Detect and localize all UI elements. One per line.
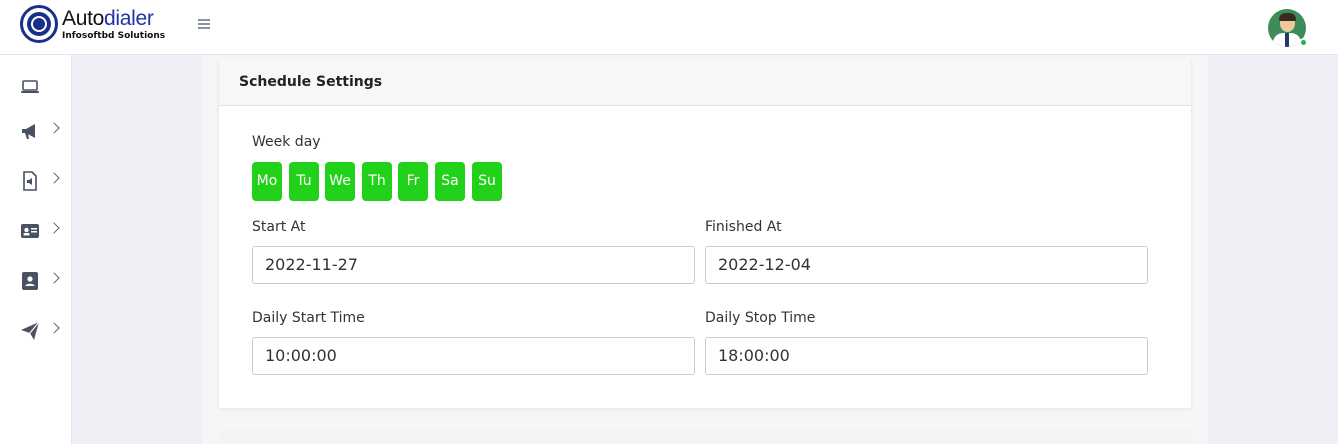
finished-at-label: Finished At: [705, 219, 782, 235]
day-toggle-mo[interactable]: Mo: [252, 162, 282, 201]
sidebar-item-contacts[interactable]: [16, 216, 66, 246]
sidebar-item-phonebook[interactable]: [16, 266, 66, 296]
logo-subtitle: Infosoftbd Solutions: [62, 31, 166, 41]
sidebar-item-sms[interactable]: [16, 316, 66, 346]
daily-stop-time-label: Daily Stop Time: [705, 310, 816, 326]
chevron-right-icon: [48, 172, 60, 184]
sidebar-item-campaigns[interactable]: [16, 116, 66, 146]
start-at-input[interactable]: 2022-11-27: [252, 246, 695, 284]
day-toggle-sa[interactable]: Sa: [435, 162, 465, 201]
laptop-icon: [21, 80, 39, 93]
sidebar-item-audio[interactable]: [16, 166, 66, 196]
daily-stop-time-input[interactable]: 18:00:00: [705, 337, 1148, 375]
logo-wordmark: Autodialer: [62, 7, 154, 30]
chevron-right-icon: [48, 322, 60, 334]
user-avatar[interactable]: [1268, 9, 1308, 47]
top-bar: Autodialer Infosoftbd Solutions: [0, 0, 1338, 55]
week-day-label: Week day: [252, 134, 321, 150]
day-toggle-fr[interactable]: Fr: [398, 162, 428, 201]
next-card-edge: [219, 430, 1191, 444]
week-day-selector: Mo Tu We Th Fr Sa Su: [252, 162, 512, 201]
card-header: Schedule Settings: [219, 58, 1191, 106]
audio-file-icon: [23, 171, 37, 191]
chevron-right-icon: [48, 222, 60, 234]
megaphone-icon: [22, 124, 35, 139]
sidebar-item-dashboard[interactable]: [16, 72, 66, 102]
day-toggle-we[interactable]: We: [325, 162, 355, 201]
start-at-label: Start At: [252, 219, 306, 235]
headset-logo-icon: [20, 5, 58, 43]
app-logo[interactable]: Autodialer Infosoftbd Solutions: [20, 5, 170, 45]
menu-toggle-icon[interactable]: [198, 18, 212, 30]
card-title: Schedule Settings: [239, 74, 383, 90]
chevron-right-icon: [48, 122, 60, 134]
finished-at-input[interactable]: 2022-12-04: [705, 246, 1148, 284]
day-toggle-th[interactable]: Th: [362, 162, 392, 201]
online-status-dot: [1299, 38, 1308, 47]
paper-plane-icon: [21, 321, 40, 340]
contact-book-icon: [22, 272, 38, 290]
day-toggle-su[interactable]: Su: [472, 162, 502, 201]
daily-start-time-label: Daily Start Time: [252, 310, 365, 326]
day-toggle-tu[interactable]: Tu: [289, 162, 319, 201]
id-card-icon: [21, 224, 39, 238]
chevron-right-icon: [48, 272, 60, 284]
daily-start-time-input[interactable]: 10:00:00: [252, 337, 695, 375]
sidebar: [0, 55, 72, 444]
